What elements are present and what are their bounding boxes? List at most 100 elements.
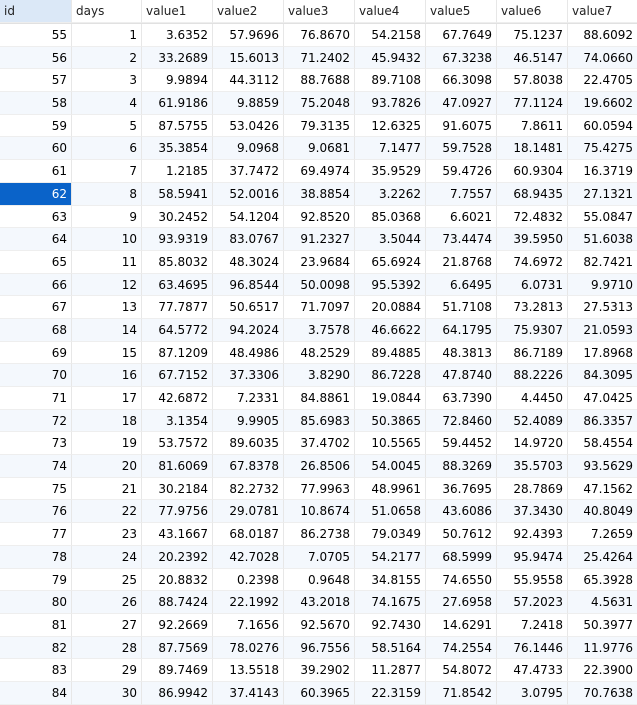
cell-value5[interactable]: 74.2554 — [426, 636, 497, 660]
cell-value4[interactable]: 46.6622 — [355, 318, 426, 342]
table-row[interactable]: 80 26 88.7424 22.1992 43.2018 74.1675 27.6958 5… — [0, 591, 637, 614]
cell-days[interactable]: 22 — [72, 500, 142, 524]
cell-value4[interactable]: 45.9432 — [355, 46, 426, 70]
cell-value7[interactable]: 75.4275 — [568, 137, 637, 161]
cell-value6[interactable]: 57.2023 — [497, 591, 568, 614]
cell-days[interactable]: 28 — [72, 636, 142, 660]
cell-value6[interactable]: 95.9474 — [497, 545, 568, 569]
cell-value2[interactable]: 13.5518 — [213, 659, 284, 682]
cell-value3[interactable]: 60.3965 — [284, 681, 355, 705]
cell-value4[interactable]: 3.5044 — [355, 228, 426, 251]
cell-value4[interactable]: 74.1675 — [355, 591, 426, 614]
cell-value6[interactable]: 14.9720 — [497, 432, 568, 456]
table-row[interactable]: 68 14 64.5772 94.2024 3.7578 46.6622 64.1795 75… — [0, 318, 637, 342]
col-header-value2[interactable]: value2 — [213, 0, 284, 23]
cell-days[interactable]: 17 — [72, 387, 142, 410]
table-row[interactable]: 61 7 1.2185 37.7472 69.4974 35.9529 59.4726 60.… — [0, 160, 637, 183]
cell-value2[interactable]: 37.4143 — [213, 681, 284, 705]
table-row[interactable]: 63 9 30.2452 54.1204 92.8520 85.0368 6.6021 72.… — [0, 205, 637, 229]
cell-value6[interactable]: 4.4450 — [497, 387, 568, 410]
cell-value1[interactable]: 85.8032 — [142, 250, 213, 274]
cell-id[interactable]: 77 — [0, 523, 72, 546]
cell-id[interactable]: 55 — [0, 24, 72, 47]
cell-id[interactable]: 58 — [0, 92, 72, 115]
cell-id[interactable]: 56 — [0, 46, 72, 70]
cell-value1[interactable]: 67.7152 — [142, 364, 213, 387]
cell-id[interactable]: 82 — [0, 636, 72, 660]
table-row[interactable]: 81 27 92.2669 7.1656 92.5670 92.7430 14.6291 7.… — [0, 613, 637, 637]
cell-value7[interactable]: 74.0660 — [568, 47, 637, 70]
cell-days[interactable]: 13 — [72, 296, 142, 319]
cell-value1[interactable]: 64.5772 — [142, 318, 213, 342]
cell-value2[interactable]: 94.2024 — [213, 318, 284, 342]
cell-value5[interactable]: 71.8542 — [426, 681, 497, 705]
cell-value2[interactable]: 7.2331 — [213, 387, 284, 410]
cell-value1[interactable]: 3.6352 — [142, 24, 213, 47]
cell-value5[interactable]: 21.8768 — [426, 250, 497, 274]
cell-value2[interactable]: 37.3306 — [213, 364, 284, 387]
cell-days[interactable]: 14 — [72, 318, 142, 342]
cell-days[interactable]: 20 — [72, 455, 142, 478]
cell-value7[interactable]: 11.9776 — [568, 637, 637, 660]
cell-days[interactable]: 27 — [72, 613, 142, 637]
cell-id[interactable]: 73 — [0, 432, 72, 456]
cell-value2[interactable]: 15.6013 — [213, 46, 284, 70]
cell-value7[interactable]: 50.3977 — [568, 614, 637, 637]
cell-value3[interactable]: 76.8670 — [284, 24, 355, 47]
cell-value6[interactable]: 46.5147 — [497, 46, 568, 70]
cell-value7[interactable]: 55.0847 — [568, 206, 637, 229]
cell-value6[interactable]: 92.4393 — [497, 523, 568, 546]
cell-value6[interactable]: 75.1237 — [497, 24, 568, 47]
cell-value3[interactable]: 84.8861 — [284, 387, 355, 410]
cell-value7[interactable]: 17.8968 — [568, 342, 637, 365]
cell-value1[interactable]: 87.1209 — [142, 341, 213, 365]
cell-value6[interactable]: 86.7189 — [497, 341, 568, 365]
cell-days[interactable]: 5 — [72, 114, 142, 138]
table-row[interactable]: 64 10 93.9319 83.0767 91.2327 3.5044 73.4474 39… — [0, 228, 637, 251]
cell-value6[interactable]: 77.1124 — [497, 92, 568, 115]
cell-value4[interactable]: 12.6325 — [355, 114, 426, 138]
cell-value5[interactable]: 47.8740 — [426, 364, 497, 387]
cell-id[interactable]: 68 — [0, 318, 72, 342]
table-row[interactable]: 69 15 87.1209 48.4986 48.2529 89.4885 48.3813 8… — [0, 341, 637, 365]
cell-value2[interactable]: 54.1204 — [213, 205, 284, 229]
cell-days[interactable]: 9 — [72, 205, 142, 229]
cell-id[interactable]: 81 — [0, 613, 72, 637]
cell-days[interactable]: 18 — [72, 409, 142, 433]
cell-value7[interactable]: 40.8049 — [568, 500, 637, 524]
col-header-id[interactable]: id — [0, 0, 72, 23]
col-header-value1[interactable]: value1 — [142, 0, 213, 23]
cell-value5[interactable]: 43.6086 — [426, 500, 497, 524]
cell-value7[interactable]: 16.3719 — [568, 160, 637, 183]
cell-value5[interactable]: 72.8460 — [426, 409, 497, 433]
cell-value2[interactable]: 9.8859 — [213, 92, 284, 115]
cell-value7[interactable]: 22.4705 — [568, 69, 637, 93]
cell-value6[interactable]: 7.2418 — [497, 613, 568, 637]
cell-days[interactable]: 21 — [72, 477, 142, 501]
cell-value3[interactable]: 79.3135 — [284, 114, 355, 138]
cell-value1[interactable]: 77.7877 — [142, 296, 213, 319]
cell-value5[interactable]: 59.4452 — [426, 432, 497, 456]
cell-value3[interactable]: 0.9648 — [284, 568, 355, 592]
cell-value7[interactable]: 60.0594 — [568, 115, 637, 138]
cell-value5[interactable]: 36.7695 — [426, 477, 497, 501]
cell-value7[interactable]: 25.4264 — [568, 546, 637, 569]
cell-value1[interactable]: 53.7572 — [142, 432, 213, 456]
table-row[interactable]: 78 24 20.2392 42.7028 7.0705 54.2177 68.5999 95… — [0, 545, 637, 569]
cell-days[interactable]: 29 — [72, 659, 142, 682]
cell-value3[interactable]: 92.5670 — [284, 613, 355, 637]
cell-value6[interactable]: 39.5950 — [497, 228, 568, 251]
cell-value1[interactable]: 88.7424 — [142, 591, 213, 614]
cell-value7[interactable]: 47.1562 — [568, 478, 637, 501]
cell-value5[interactable]: 66.3098 — [426, 69, 497, 93]
cell-value2[interactable]: 7.1656 — [213, 613, 284, 637]
cell-days[interactable]: 16 — [72, 364, 142, 387]
cell-id[interactable]: 63 — [0, 205, 72, 229]
cell-value5[interactable]: 74.6550 — [426, 568, 497, 592]
cell-value5[interactable]: 67.7649 — [426, 24, 497, 47]
cell-value6[interactable]: 6.0731 — [497, 273, 568, 297]
table-row[interactable]: 59 5 87.5755 53.0426 79.3135 12.6325 91.6075 7.… — [0, 114, 637, 138]
cell-value5[interactable]: 91.6075 — [426, 114, 497, 138]
cell-value5[interactable]: 73.4474 — [426, 228, 497, 251]
cell-id[interactable]: 57 — [0, 69, 72, 93]
